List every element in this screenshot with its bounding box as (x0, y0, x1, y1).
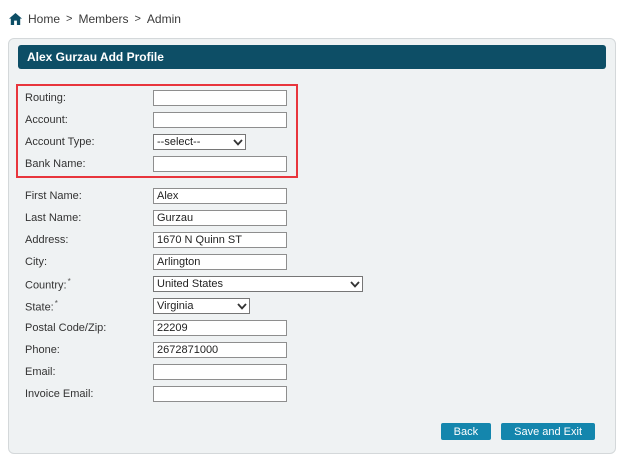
chevron-down-icon (233, 139, 243, 146)
address-label: Address: (25, 234, 153, 246)
phone-label: Phone: (25, 344, 153, 356)
account-input[interactable] (153, 112, 287, 128)
form-row-city: City: (18, 251, 606, 273)
state-select[interactable]: Virginia (153, 298, 250, 314)
account-type-select[interactable]: --select-- (153, 134, 246, 150)
breadcrumb-separator: > (66, 13, 72, 25)
invoice-email-label: Invoice Email: (25, 388, 153, 400)
breadcrumb-members[interactable]: Members (78, 12, 128, 26)
form-row-bank-name: Bank Name: (18, 153, 296, 175)
save-and-exit-button[interactable]: Save and Exit (501, 423, 595, 440)
email-label: Email: (25, 366, 153, 378)
account-type-selected-value: --select-- (157, 136, 200, 148)
required-marker: * (68, 277, 71, 286)
form-row-country: Country:* United States (18, 273, 606, 295)
bank-name-label: Bank Name: (25, 158, 153, 170)
first-name-input[interactable] (153, 188, 287, 204)
form-row-state: State:* Virginia (18, 295, 606, 317)
form-row-routing: Routing: (18, 87, 296, 109)
account-type-label: Account Type: (25, 136, 153, 148)
country-select[interactable]: United States (153, 276, 363, 292)
state-label: State:* (25, 299, 153, 314)
form-row-address: Address: (18, 229, 606, 251)
form-footer: Back Save and Exit (18, 423, 606, 440)
form-row-invoice-email: Invoice Email: (18, 383, 606, 405)
postal-code-input[interactable] (153, 320, 287, 336)
routing-label: Routing: (25, 92, 153, 104)
address-input[interactable] (153, 232, 287, 248)
breadcrumb-separator: > (134, 13, 140, 25)
home-icon[interactable] (9, 13, 22, 25)
breadcrumb-admin[interactable]: Admin (147, 12, 181, 26)
bank-name-input[interactable] (153, 156, 287, 172)
breadcrumb: Home > Members > Admin (0, 0, 624, 29)
form-row-account-type: Account Type: --select-- (18, 131, 296, 153)
invoice-email-input[interactable] (153, 386, 287, 402)
required-marker: * (55, 299, 58, 308)
chevron-down-icon (237, 303, 247, 310)
panel-header: Alex Gurzau Add Profile (18, 45, 606, 69)
back-button[interactable]: Back (441, 423, 491, 440)
panel-title: Alex Gurzau Add Profile (27, 50, 164, 64)
email-input[interactable] (153, 364, 287, 380)
profile-panel: Alex Gurzau Add Profile Routing: Account… (8, 38, 616, 454)
country-selected-value: United States (157, 278, 223, 290)
last-name-label: Last Name: (25, 212, 153, 224)
form-row-email: Email: (18, 361, 606, 383)
account-label: Account: (25, 114, 153, 126)
state-selected-value: Virginia (157, 300, 194, 312)
profile-form: Routing: Account: Account Type: --select… (18, 84, 606, 440)
breadcrumb-home[interactable]: Home (28, 12, 60, 26)
routing-input[interactable] (153, 90, 287, 106)
city-label: City: (25, 256, 153, 268)
form-row-postal-code: Postal Code/Zip: (18, 317, 606, 339)
country-label: Country:* (25, 277, 153, 292)
form-row-last-name: Last Name: (18, 207, 606, 229)
first-name-label: First Name: (25, 190, 153, 202)
city-input[interactable] (153, 254, 287, 270)
chevron-down-icon (350, 281, 360, 288)
form-row-first-name: First Name: (18, 185, 606, 207)
last-name-input[interactable] (153, 210, 287, 226)
form-row-phone: Phone: (18, 339, 606, 361)
form-row-account: Account: (18, 109, 296, 131)
postal-code-label: Postal Code/Zip: (25, 322, 153, 334)
phone-input[interactable] (153, 342, 287, 358)
bank-fields-highlight: Routing: Account: Account Type: --select… (16, 84, 298, 178)
